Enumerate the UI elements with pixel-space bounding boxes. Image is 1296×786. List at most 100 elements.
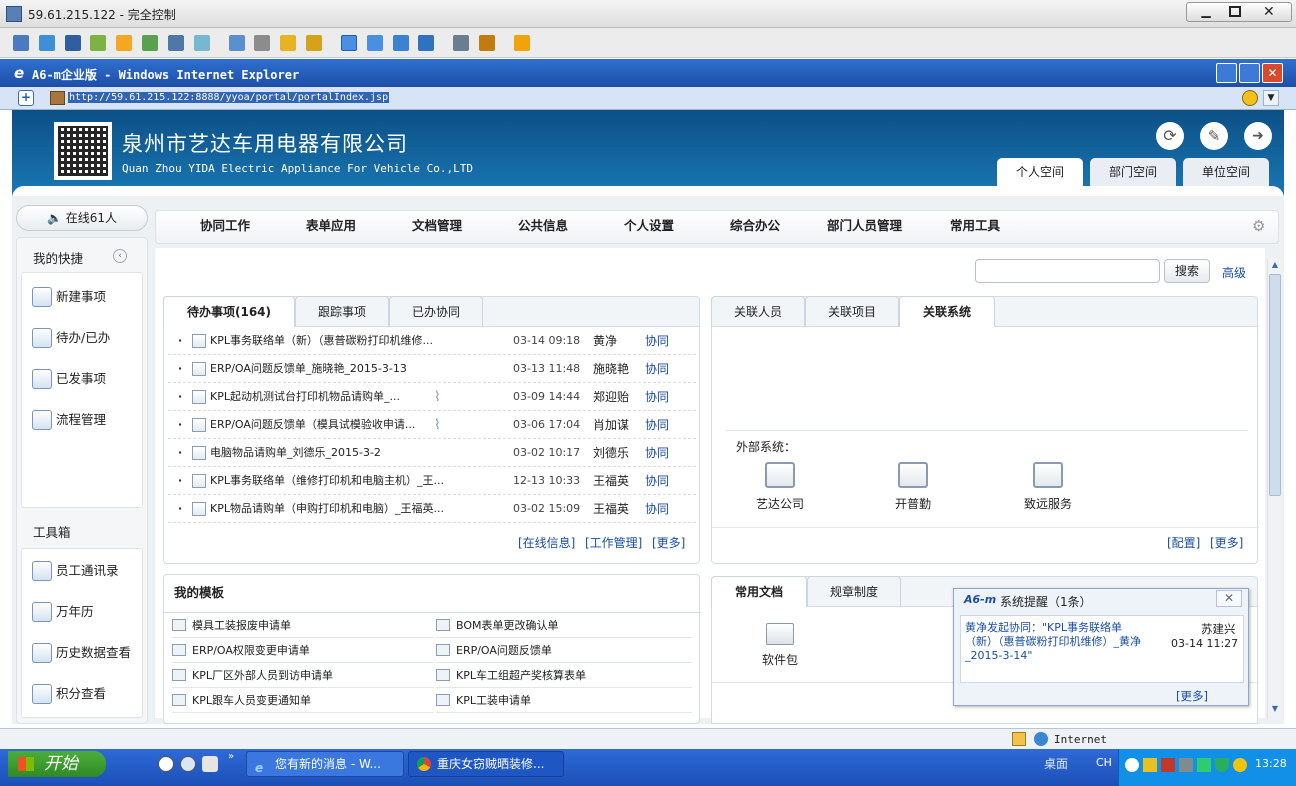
pending-row[interactable]: · KPL事务联络单（维修打印机和电脑主机）_王... 12-13 10:33 王福英…: [168, 467, 696, 495]
tab-pending[interactable]: 待办事项(164): [163, 296, 295, 327]
ie-close-button[interactable]: ✕: [1262, 63, 1283, 83]
compat-icon[interactable]: [1242, 90, 1258, 106]
search-button[interactable]: 搜索: [1164, 259, 1210, 283]
shortcut-workflow[interactable]: 流程管理: [28, 402, 138, 438]
tray-icon[interactable]: [1197, 758, 1211, 772]
tab-tracking[interactable]: 跟踪事项: [295, 296, 389, 326]
ie-maximize-button[interactable]: [1239, 63, 1260, 83]
system-kaipuqin[interactable]: 开普勤: [885, 462, 941, 512]
start-button[interactable]: 开始: [8, 751, 106, 777]
space-tab-unit[interactable]: 单位空间: [1183, 158, 1269, 186]
shortcut-todo[interactable]: 待办/已办: [28, 320, 138, 356]
pending-type-link[interactable]: 协同: [645, 467, 669, 495]
toolbar-icon[interactable]: [306, 35, 323, 51]
address-input[interactable]: http://59.61.215.122:8888/yyoa/portal/po…: [68, 92, 390, 103]
nav-item[interactable]: 文档管理: [412, 211, 462, 241]
footer-work-manage-link[interactable]: [工作管理]: [585, 534, 642, 551]
pending-title[interactable]: KPL事务联络单（维修打印机和电脑主机）_王...: [210, 467, 444, 495]
online-users-button[interactable]: 🔈 在线61人: [16, 205, 148, 231]
pending-row[interactable]: · ERP/OA问题反馈单（模具试模验收申请... ⌇ 03-06 17:04 肖加谋 协…: [168, 411, 696, 439]
tool-contacts[interactable]: 员工通讯录: [28, 553, 138, 589]
toolbar-icon[interactable]: [513, 35, 530, 51]
scroll-up-icon[interactable]: ▲: [1269, 260, 1281, 272]
tab-done[interactable]: 已办协同: [389, 296, 483, 326]
scroll-down-icon[interactable]: ▼: [1269, 704, 1281, 716]
minimize-icon[interactable]: ▁: [1195, 5, 1217, 20]
pending-row[interactable]: · ERP/OA问题反馈单_施晓艳_2015-3-13 03-13 11:48 施晓艳…: [168, 355, 696, 383]
tray-icon[interactable]: [1179, 758, 1193, 772]
nav-item[interactable]: 部门人员管理: [827, 211, 902, 241]
toolbar-icon[interactable]: [340, 35, 357, 51]
tab-related-projects[interactable]: 关联项目: [805, 296, 899, 326]
pending-row[interactable]: · KPL物品请购单（申购打印机和电脑）_王福英... 03-02 15:09 王福英…: [168, 495, 696, 523]
toolbar-icon[interactable]: [254, 35, 271, 51]
tab-common-docs[interactable]: 常用文档: [711, 576, 807, 607]
pending-title[interactable]: KPL起动机测试台打印机物品请购单_...: [210, 383, 400, 411]
pending-title[interactable]: ERP/OA问题反馈单（模具试模验收申请...: [210, 411, 415, 439]
pending-title[interactable]: KPL物品请购单（申购打印机和电脑）_王福英...: [210, 495, 444, 523]
tray-icon[interactable]: [1233, 758, 1247, 772]
tab-related-people[interactable]: 关联人员: [711, 296, 805, 326]
pending-type-link[interactable]: 协同: [645, 355, 669, 383]
space-tab-department[interactable]: 部门空间: [1090, 158, 1176, 186]
desktop-toolbar-label[interactable]: 桌面: [1044, 755, 1068, 772]
popup-more-link[interactable]: [更多]: [1176, 688, 1208, 704]
popup-message-link[interactable]: 黄净发起协同："KPL事务联络单（新）（惠普碳粉打印机维修）_黄净_2015-3…: [965, 621, 1145, 663]
quicklaunch-more-icon[interactable]: »: [228, 751, 234, 762]
toolbar-icon[interactable]: [228, 35, 245, 51]
toolbar-icon[interactable]: [90, 35, 107, 51]
pending-type-link[interactable]: 协同: [645, 411, 669, 439]
nav-item[interactable]: 表单应用: [306, 211, 356, 241]
space-tab-personal[interactable]: 个人空间: [997, 158, 1083, 186]
ie-minimize-button[interactable]: [1216, 63, 1237, 83]
system-seeyon-service[interactable]: 致远服务: [1017, 462, 1079, 512]
toolbar-icon[interactable]: [418, 35, 435, 51]
refresh-icon[interactable]: ⟳: [1156, 122, 1184, 150]
related-more-link[interactable]: [更多]: [1210, 534, 1243, 551]
toolbar-icon[interactable]: [453, 35, 470, 51]
tab-related-systems[interactable]: 关联系统: [899, 296, 995, 327]
settings-gear-icon[interactable]: ⚙: [1252, 211, 1265, 241]
toolbar-icon[interactable]: [38, 35, 55, 51]
nav-item[interactable]: 常用工具: [950, 211, 1000, 241]
popup-close-button[interactable]: ✕: [1216, 590, 1242, 607]
tray-icon[interactable]: [1125, 758, 1139, 772]
nav-item[interactable]: 公共信息: [518, 211, 568, 241]
pending-type-link[interactable]: 协同: [645, 383, 669, 411]
pending-type-link[interactable]: 协同: [645, 439, 669, 467]
pending-type-link[interactable]: 协同: [645, 327, 669, 355]
toolbar-icon[interactable]: [366, 35, 383, 51]
shield-icon[interactable]: [1215, 758, 1229, 772]
tray-icon[interactable]: [1161, 758, 1175, 772]
system-yida[interactable]: 艺达公司: [752, 462, 808, 512]
quicklaunch-icon[interactable]: [202, 756, 218, 772]
tool-history[interactable]: 历史数据查看: [28, 635, 138, 671]
task-button[interactable]: e 您有新的消息 - W...: [246, 751, 404, 777]
toolbar-icon[interactable]: [167, 35, 184, 51]
maximize-icon[interactable]: [1229, 6, 1241, 17]
quicklaunch-icon[interactable]: [158, 756, 174, 772]
template-item[interactable]: 模具工装报废申请单: [172, 613, 434, 638]
template-item[interactable]: KPL工装申请单: [436, 688, 692, 713]
shortcut-sent[interactable]: 已发事项: [28, 361, 138, 397]
language-indicator[interactable]: CH: [1096, 756, 1112, 769]
template-item[interactable]: ERP/OA问题反馈单: [436, 638, 692, 663]
toolbar-icon[interactable]: [392, 35, 409, 51]
clock[interactable]: 13:28: [1255, 757, 1287, 770]
back-icon[interactable]: +: [18, 90, 34, 106]
template-item[interactable]: KPL厂区外部人员到访申请单: [172, 663, 434, 688]
pending-title[interactable]: KPL事务联络单（新）（惠普碳粉打印机维修...: [210, 327, 433, 355]
close-icon[interactable]: ✕: [1263, 4, 1275, 20]
toolbar-icon[interactable]: [64, 35, 81, 51]
pending-row[interactable]: · 电脑物品请购单_刘德乐_2015-3-2 03-02 10:17 刘德乐 协同: [168, 439, 696, 467]
pending-row[interactable]: · KPL起动机测试台打印机物品请购单_... ⌇ 03-09 14:44 郑迎贻 协同: [168, 383, 696, 411]
folder-software[interactable]: 软件包: [752, 623, 808, 668]
template-item[interactable]: ERP/OA权限变更申请单: [172, 638, 434, 663]
address-dropdown-icon[interactable]: ▼: [1263, 90, 1279, 106]
nav-item[interactable]: 协同工作: [200, 211, 250, 241]
advanced-search-link[interactable]: 高级: [1222, 264, 1246, 281]
tab-regulations[interactable]: 规章制度: [807, 576, 901, 606]
tool-calendar[interactable]: 万年历: [28, 594, 138, 630]
toolbar-icon[interactable]: [13, 35, 29, 51]
toolbar-icon[interactable]: [142, 35, 159, 51]
